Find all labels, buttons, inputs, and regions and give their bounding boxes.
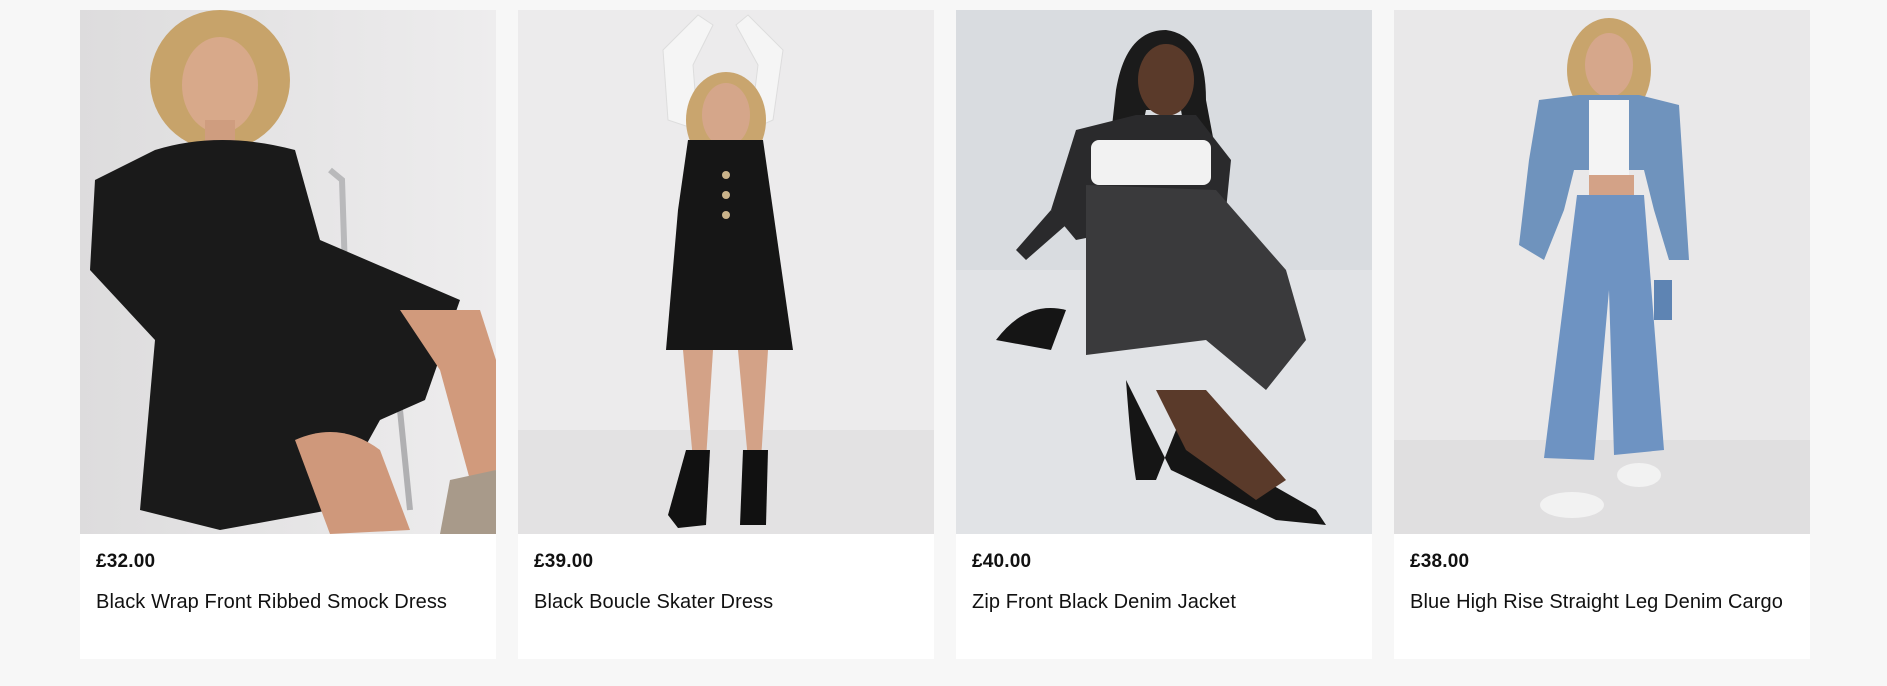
- product-price: £40.00: [972, 551, 1032, 572]
- product-image[interactable]: [956, 10, 1372, 534]
- product-name[interactable]: Black Wrap Front Ribbed Smock Dress: [96, 586, 480, 618]
- product-grid: £32.00 Black Wrap Front Ribbed Smock Dre…: [80, 10, 1810, 659]
- woman-black-denim-jacket-photo: [956, 10, 1372, 534]
- product-price: £39.00: [534, 551, 594, 572]
- product-card[interactable]: £38.00 Blue High Rise Straight Leg Denim…: [1394, 10, 1810, 659]
- product-name[interactable]: Blue High Rise Straight Leg Denim Cargo: [1410, 586, 1794, 618]
- product-card[interactable]: £32.00 Black Wrap Front Ribbed Smock Dre…: [80, 10, 496, 659]
- product-info: £40.00 Zip Front Black Denim Jacket: [956, 534, 1372, 618]
- product-price: £38.00: [1410, 551, 1470, 572]
- product-image[interactable]: [518, 10, 934, 534]
- product-card[interactable]: £39.00 Black Boucle Skater Dress: [518, 10, 934, 659]
- product-image[interactable]: [1394, 10, 1810, 534]
- product-name[interactable]: Black Boucle Skater Dress: [534, 586, 918, 618]
- woman-black-smock-dress-photo: [80, 10, 496, 534]
- product-info: £32.00 Black Wrap Front Ribbed Smock Dre…: [80, 534, 496, 618]
- product-info: £38.00 Blue High Rise Straight Leg Denim…: [1394, 534, 1810, 618]
- woman-blue-denim-cargo-photo: [1394, 10, 1810, 534]
- product-card[interactable]: £40.00 Zip Front Black Denim Jacket: [956, 10, 1372, 659]
- product-price: £32.00: [96, 551, 156, 572]
- woman-black-pinafore-dress-photo: [518, 10, 934, 534]
- product-info: £39.00 Black Boucle Skater Dress: [518, 534, 934, 618]
- product-name[interactable]: Zip Front Black Denim Jacket: [972, 586, 1356, 618]
- product-image[interactable]: [80, 10, 496, 534]
